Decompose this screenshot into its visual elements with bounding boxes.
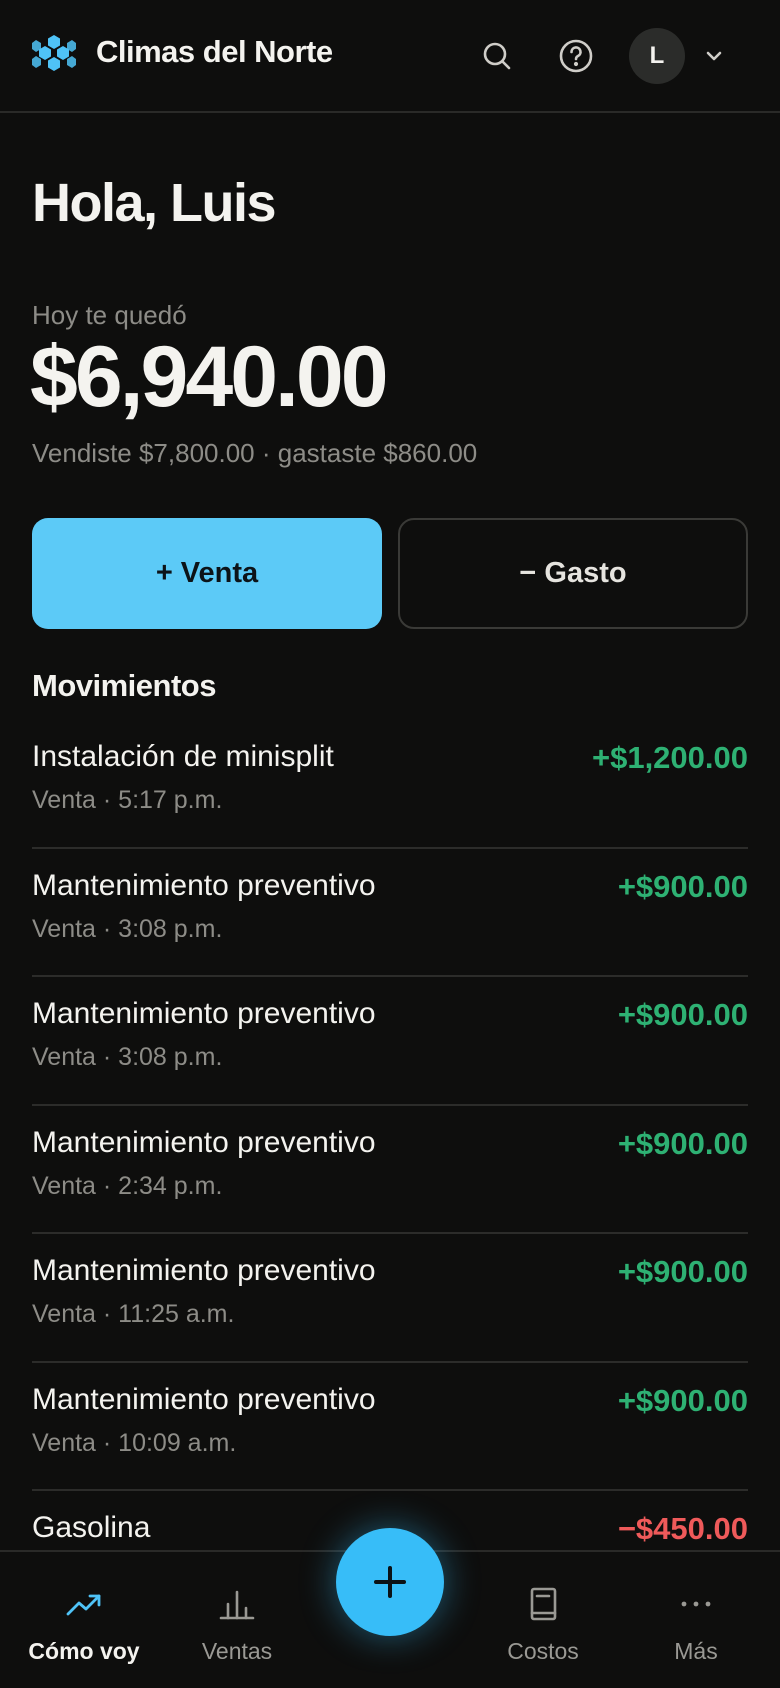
- add-movement-fab[interactable]: [336, 1528, 444, 1636]
- movement-subtitle: Venta · 5:17 p.m.: [32, 786, 223, 814]
- movement-title: Mantenimiento preventivo: [32, 997, 376, 1030]
- app-header: Climas del Norte L: [0, 0, 780, 113]
- movement-row[interactable]: Mantenimiento preventivo Venta · 10:09 a…: [32, 1363, 748, 1491]
- add-expense-button[interactable]: − Gasto: [398, 518, 748, 629]
- book-icon: [530, 1587, 557, 1621]
- nav-label: Ventas: [201, 1638, 273, 1664]
- balance-amount: $6,940.00: [30, 329, 389, 425]
- help-icon[interactable]: [556, 36, 596, 76]
- movement-amount: +$900.00: [617, 868, 748, 904]
- movement-subtitle: Venta · 2:34 p.m.: [32, 1171, 223, 1200]
- movement-title: Gasolina: [32, 1511, 151, 1544]
- trending-up-icon: [66, 1594, 101, 1616]
- movement-subtitle: Venta · 3:08 p.m.: [32, 914, 223, 943]
- movement-row[interactable]: Mantenimiento preventivo Venta · 2:34 p.…: [32, 1106, 748, 1234]
- bar-chart-icon: [219, 1590, 255, 1620]
- user-avatar[interactable]: L: [629, 28, 685, 84]
- avatar-initial: L: [649, 42, 665, 69]
- sales-expenses-summary: Vendiste $7,800.00 · gastaste $860.00: [32, 438, 478, 468]
- movement-amount: +$900.00: [617, 1254, 748, 1289]
- brand-name: Climas del Norte: [96, 34, 333, 69]
- nav-item-ventas[interactable]: Ventas: [162, 1552, 312, 1688]
- chevron-down-icon[interactable]: [702, 44, 726, 68]
- nav-label: Más: [674, 1638, 718, 1664]
- movement-subtitle: Venta · 10:09 a.m.: [32, 1428, 237, 1457]
- nav-label: Costos: [507, 1638, 579, 1664]
- movement-row[interactable]: Mantenimiento preventivo Venta · 11:25 a…: [32, 1234, 748, 1363]
- nav-item-costos[interactable]: Costos: [468, 1552, 618, 1688]
- plus-icon: [374, 1566, 406, 1598]
- movement-title: Mantenimiento preventivo: [32, 1382, 376, 1416]
- movements-title: Movimientos: [32, 668, 216, 703]
- movement-row[interactable]: Mantenimiento preventivo Venta · 3:08 p.…: [32, 849, 748, 977]
- movement-title: Instalación de minisplit: [32, 740, 334, 773]
- movement-amount: −$450.00: [617, 1511, 748, 1546]
- movement-title: Mantenimiento preventivo: [32, 1125, 376, 1159]
- search-icon[interactable]: [477, 36, 517, 76]
- greeting-heading: Hola, Luis: [32, 173, 277, 233]
- movement-amount: +$1,200.00: [591, 740, 748, 775]
- movement-amount: +$900.00: [617, 997, 748, 1032]
- today-label: Hoy te quedó: [32, 300, 187, 330]
- movement-subtitle: Venta · 3:08 p.m.: [32, 1043, 223, 1071]
- add-sale-button[interactable]: + Venta: [32, 518, 382, 629]
- movement-row[interactable]: Mantenimiento preventivo Venta · 3:08 p.…: [32, 977, 748, 1106]
- movement-row[interactable]: Instalación de minisplit Venta · 5:17 p.…: [32, 720, 748, 849]
- movements-list: Instalación de minisplit Venta · 5:17 p.…: [32, 720, 748, 1620]
- movement-amount: +$900.00: [617, 1125, 748, 1161]
- nav-label: Cómo voy: [28, 1638, 140, 1664]
- nav-item-como-voy[interactable]: Cómo voy: [9, 1552, 159, 1688]
- brand-logo-icon: [32, 35, 76, 71]
- movement-title: Mantenimiento preventivo: [32, 1254, 376, 1287]
- more-icon: [681, 1601, 711, 1607]
- movement-subtitle: Venta · 11:25 a.m.: [32, 1300, 235, 1328]
- movement-title: Mantenimiento preventivo: [32, 868, 376, 902]
- nav-item-mas[interactable]: Más: [621, 1552, 771, 1688]
- movement-amount: +$900.00: [617, 1382, 748, 1418]
